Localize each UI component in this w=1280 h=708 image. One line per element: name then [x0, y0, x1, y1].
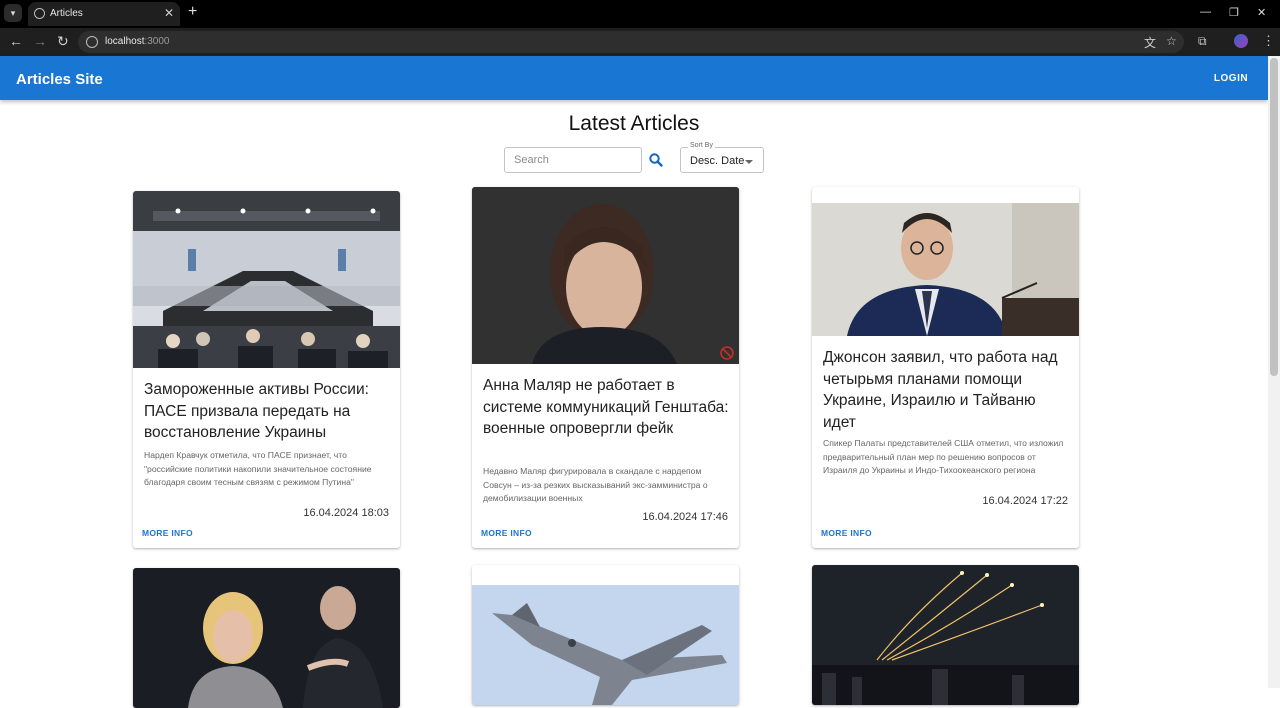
article-image[interactable] [812, 203, 1079, 336]
article-description: Нардеп Кравчук отметила, что ПАСЕ призна… [144, 450, 372, 487]
close-tab-icon[interactable]: ✕ [164, 6, 174, 20]
address-bar[interactable]: localhost:3000 文 ☆ [78, 31, 1184, 53]
browser-tab-bar: ▾ Articles ✕ + — ❐ ✕ [0, 0, 1280, 28]
url-text: localhost:3000 [105, 36, 170, 47]
translate-icon[interactable]: 文 [1144, 34, 1156, 51]
article-date: 16.04.2024 17:22 [982, 495, 1068, 507]
reload-icon[interactable]: ↻ [57, 33, 69, 50]
minimize-icon[interactable]: — [1200, 6, 1211, 18]
article-image[interactable] [133, 191, 400, 368]
scrollbar-thumb[interactable] [1270, 58, 1278, 376]
article-card [472, 565, 739, 705]
profile-avatar[interactable] [1234, 34, 1248, 48]
restore-icon[interactable]: ❐ [1229, 6, 1239, 19]
page-title: Latest Articles [568, 112, 700, 135]
article-date: 16.04.2024 17:46 [642, 511, 728, 523]
more-info-button[interactable]: MORE INFO [821, 528, 872, 538]
article-image[interactable] [133, 568, 400, 708]
chevron-down-icon [745, 160, 753, 164]
login-button[interactable]: LOGIN [1206, 68, 1256, 90]
forward-icon[interactable]: → [33, 33, 47, 49]
article-card: Замороженные активы России: ПАСЕ призвал… [133, 191, 400, 548]
site-brand[interactable]: Articles Site [16, 71, 103, 88]
close-window-icon[interactable]: ✕ [1257, 6, 1266, 19]
browser-toolbar: ← → ↻ localhost:3000 文 ☆ ⧉ [0, 28, 1280, 56]
browser-tab[interactable]: Articles ✕ [28, 2, 180, 26]
article-card: Джонсон заявил, что работа над четырьмя … [812, 187, 1079, 548]
bookmark-star-icon[interactable]: ☆ [1166, 34, 1177, 48]
article-image[interactable] [472, 585, 739, 705]
article-description: Спикер Палаты представителей США отметил… [823, 438, 1064, 475]
extensions-icon[interactable]: ⧉ [1198, 34, 1207, 49]
article-date: 16.04.2024 18:03 [303, 507, 389, 519]
search-icon [649, 153, 663, 167]
article-description: Недавно Маляр фигурировала в скандале с … [483, 466, 708, 503]
more-info-button[interactable]: MORE INFO [481, 528, 532, 538]
search-input[interactable] [504, 147, 642, 173]
article-image[interactable] [812, 565, 1079, 705]
back-icon[interactable]: ← [9, 33, 23, 49]
new-tab-button[interactable]: + [188, 3, 197, 21]
article-card [812, 565, 1079, 705]
sort-label: Sort By [688, 142, 715, 149]
sort-value: Desc. Date [690, 155, 745, 167]
article-title[interactable]: Замороженные активы России: ПАСЕ призвал… [144, 379, 390, 444]
more-info-button[interactable]: MORE INFO [142, 528, 193, 538]
search-button[interactable] [646, 150, 666, 170]
article-image[interactable] [472, 187, 739, 364]
article-title[interactable]: Джонсон заявил, что работа над четырьмя … [823, 347, 1069, 433]
article-card: Анна Маляр не работает в системе коммуни… [472, 187, 739, 548]
tab-title: Articles [50, 8, 83, 19]
browser-menu-icon[interactable]: ⋮ [1262, 33, 1275, 49]
sort-select[interactable]: Sort By Desc. Date [680, 142, 764, 173]
globe-icon [34, 8, 45, 19]
tab-search-button[interactable]: ▾ [4, 4, 22, 22]
site-info-icon[interactable] [86, 36, 98, 48]
article-card [133, 568, 400, 708]
page-scrollbar[interactable] [1268, 56, 1280, 688]
article-title[interactable]: Анна Маляр не работает в системе коммуни… [483, 375, 729, 440]
app-header: Articles Site LOGIN [0, 56, 1268, 100]
